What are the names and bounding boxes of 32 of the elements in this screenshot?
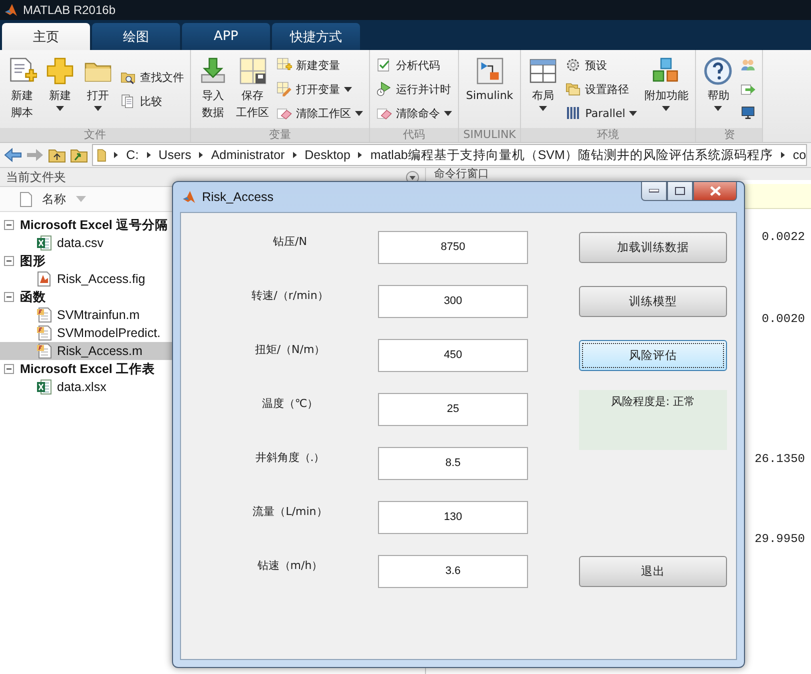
panel-title: 命令行窗口 bbox=[434, 168, 489, 180]
field-label: 温度（℃） bbox=[260, 396, 320, 410]
file-group-heading: Microsoft Excel 逗号分隔 bbox=[20, 216, 168, 234]
command-output: 26.1350 bbox=[754, 452, 806, 466]
command-output: 0.0022 bbox=[762, 230, 806, 244]
group-label: 环境 bbox=[521, 128, 696, 142]
window-title: MATLAB R2016b bbox=[23, 3, 116, 17]
file-group-heading: Microsoft Excel 工作表 bbox=[20, 360, 155, 378]
group-label: 代码 bbox=[370, 128, 458, 142]
field-label: 流量（L/min） bbox=[252, 504, 328, 518]
file-name: data.csv bbox=[57, 236, 104, 250]
file-name: Risk_Access.m bbox=[57, 344, 142, 358]
command-output: 0.0020 bbox=[762, 312, 806, 326]
dialog-title: Risk_Access bbox=[202, 190, 275, 204]
panel-title: 当前文件夹 bbox=[6, 168, 66, 186]
file-name: data.xlsx bbox=[57, 380, 106, 394]
group-label: 文件 bbox=[0, 128, 190, 142]
file-name: SVMmodelPredict. bbox=[57, 326, 161, 340]
field-label: 井斜角度（.） bbox=[254, 450, 326, 464]
file-name: SVMtrainfun.m bbox=[57, 308, 140, 322]
result-text: 风险程度是: 正常 bbox=[579, 390, 727, 450]
file-group-heading: 函数 bbox=[20, 288, 46, 306]
field-label: 钻速（m/h） bbox=[256, 558, 324, 572]
field-label: 扭矩/（N/m） bbox=[254, 342, 326, 356]
file-name: Risk_Access.fig bbox=[57, 272, 146, 286]
command-output: 29.9950 bbox=[754, 532, 806, 546]
group-label: SIMULINK bbox=[459, 128, 520, 142]
field-label: 钻压/N bbox=[272, 234, 308, 248]
field-label: 转速/（r/min） bbox=[250, 288, 330, 302]
group-label: 变量 bbox=[191, 128, 369, 142]
file-group-heading: 图形 bbox=[20, 252, 46, 270]
group-label: 资 bbox=[696, 128, 762, 142]
